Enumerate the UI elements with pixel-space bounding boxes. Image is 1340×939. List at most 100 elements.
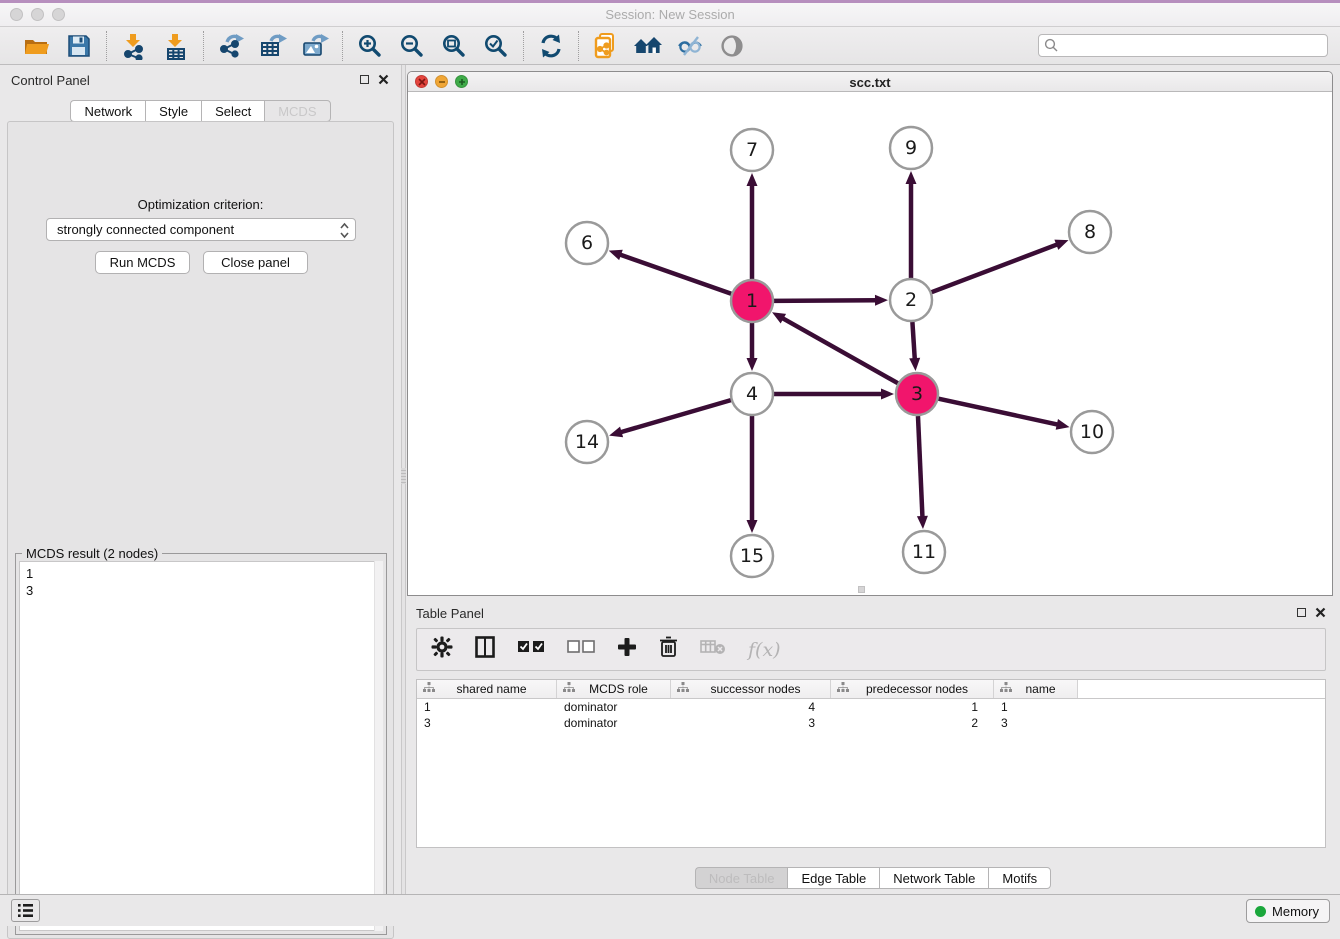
window-title: Session: New Session <box>0 7 1340 22</box>
node-label-4: 4 <box>746 383 758 405</box>
tab-edge-table[interactable]: Edge Table <box>787 867 879 889</box>
import-table-icon[interactable] <box>161 31 191 61</box>
birds-eye-icon[interactable] <box>717 31 747 61</box>
run-mcds-button[interactable]: Run MCDS <box>95 251 190 274</box>
first-neighbors-icon[interactable] <box>633 31 663 61</box>
criterion-value: strongly connected component <box>57 222 234 237</box>
cell-name[interactable]: 3 <box>994 715 1078 731</box>
node-label-10: 10 <box>1080 421 1104 443</box>
apply-layout-icon[interactable] <box>536 31 566 61</box>
close-table-panel-icon[interactable] <box>1315 607 1326 618</box>
cell-name[interactable]: 1 <box>994 699 1078 715</box>
float-table-panel-icon[interactable] <box>1297 608 1306 617</box>
close-panel-button[interactable]: Close panel <box>203 251 308 274</box>
edge-2-3[interactable] <box>912 322 914 360</box>
column-header-MCDS-role[interactable]: MCDS role <box>557 680 671 698</box>
node-label-15: 15 <box>740 545 764 567</box>
divider-grip-icon[interactable] <box>401 468 406 484</box>
table-row[interactable]: 1dominator411 <box>417 699 1325 715</box>
mcds-panel: Optimization criterion: strongly connect… <box>7 121 394 939</box>
toggle-panel-icon[interactable] <box>475 636 495 663</box>
function-builder-icon: f(x) <box>748 639 781 661</box>
column-header-predecessor-nodes[interactable]: predecessor nodes <box>831 680 994 698</box>
main-toolbar <box>0 27 1340 65</box>
settings-gear-icon[interactable] <box>431 636 453 663</box>
window-titlebar: Session: New Session <box>0 3 1340 27</box>
search-input[interactable] <box>1038 34 1328 57</box>
open-session-icon[interactable] <box>22 31 52 61</box>
node-label-9: 9 <box>905 137 917 159</box>
table-body: 1dominator4113dominator323 <box>417 699 1325 731</box>
edge-4-14[interactable] <box>620 400 731 432</box>
unselect-all-columns-icon[interactable] <box>567 640 595 659</box>
float-panel-icon[interactable] <box>360 75 369 84</box>
tab-node-table[interactable]: Node Table <box>695 867 788 889</box>
create-column-icon[interactable] <box>617 637 637 662</box>
node-label-6: 6 <box>581 232 593 254</box>
arrowhead-icon <box>747 520 758 533</box>
hierarchy-icon <box>677 682 689 696</box>
cell-shared-name[interactable]: 3 <box>417 715 557 731</box>
cell-shared-name[interactable]: 1 <box>417 699 557 715</box>
arrowhead-icon <box>609 427 623 438</box>
export-table-icon[interactable] <box>258 31 288 61</box>
zoom-fit-icon[interactable] <box>439 31 469 61</box>
node-table[interactable]: shared nameMCDS rolesuccessor nodesprede… <box>416 679 1326 848</box>
edge-3-10[interactable] <box>938 399 1058 425</box>
task-history-button[interactable] <box>11 899 40 922</box>
edge-1-2[interactable] <box>774 300 877 301</box>
arrowhead-icon <box>881 389 894 400</box>
edge-3-11[interactable] <box>918 416 923 518</box>
zoom-out-icon[interactable] <box>397 31 427 61</box>
result-scrollbar[interactable] <box>374 561 383 931</box>
clone-network-icon[interactable] <box>591 31 621 61</box>
cell-successor-nodes[interactable]: 4 <box>671 699 831 715</box>
hide-details-icon[interactable] <box>675 31 705 61</box>
criterion-dropdown[interactable]: strongly connected component <box>46 218 356 241</box>
network-window-titlebar[interactable]: scc.txt <box>408 72 1332 92</box>
optimization-criterion-label: Optimization criterion: <box>8 197 393 212</box>
export-image-icon[interactable] <box>300 31 330 61</box>
tab-motifs[interactable]: Motifs <box>988 867 1051 889</box>
cell-successor-nodes[interactable]: 3 <box>671 715 831 731</box>
mcds-result-text[interactable]: 1 3 <box>19 561 383 931</box>
edge-2-8[interactable] <box>932 244 1059 292</box>
column-header-shared-name[interactable]: shared name <box>417 680 557 698</box>
control-panel-tabs: NetworkStyleSelectMCDS <box>0 100 401 122</box>
node-label-14: 14 <box>575 431 599 453</box>
zoom-in-icon[interactable] <box>355 31 385 61</box>
tab-select[interactable]: Select <box>201 100 264 122</box>
close-panel-icon[interactable] <box>378 74 389 85</box>
zoom-selected-icon[interactable] <box>481 31 511 61</box>
select-all-columns-icon[interactable] <box>517 640 545 659</box>
table-header-row: shared nameMCDS rolesuccessor nodesprede… <box>417 680 1325 699</box>
node-label-8: 8 <box>1084 221 1096 243</box>
import-network-icon[interactable] <box>119 31 149 61</box>
cell-predecessor-nodes[interactable]: 2 <box>831 715 994 731</box>
table-row[interactable]: 3dominator323 <box>417 715 1325 731</box>
cell-MCDS-role[interactable]: dominator <box>557 699 671 715</box>
network-canvas[interactable]: 7968124314101511 <box>408 92 1332 595</box>
column-header-name[interactable]: name <box>994 680 1078 698</box>
edge-1-6[interactable] <box>619 254 731 293</box>
edge-3-1[interactable] <box>782 318 898 384</box>
column-header-successor-nodes[interactable]: successor nodes <box>671 680 831 698</box>
node-label-7: 7 <box>746 139 758 161</box>
save-session-icon[interactable] <box>64 31 94 61</box>
table-panel: Table Panel f(x) shared nameMCDS role <box>406 598 1340 897</box>
tab-network-table[interactable]: Network Table <box>879 867 988 889</box>
tab-mcds[interactable]: MCDS <box>264 100 330 122</box>
tab-network[interactable]: Network <box>70 100 145 122</box>
export-network-icon[interactable] <box>216 31 246 61</box>
tab-style[interactable]: Style <box>145 100 201 122</box>
arrowhead-icon <box>1056 419 1070 430</box>
arrowhead-icon <box>875 295 888 306</box>
memory-button[interactable]: Memory <box>1246 899 1330 923</box>
canvas-scroll-grip[interactable] <box>858 586 865 593</box>
graph-svg[interactable]: 7968124314101511 <box>408 92 1332 595</box>
node-label-1: 1 <box>746 290 758 312</box>
cell-predecessor-nodes[interactable]: 1 <box>831 699 994 715</box>
delete-columns-icon[interactable] <box>659 636 678 663</box>
status-bar: Memory <box>0 894 1340 926</box>
cell-MCDS-role[interactable]: dominator <box>557 715 671 731</box>
